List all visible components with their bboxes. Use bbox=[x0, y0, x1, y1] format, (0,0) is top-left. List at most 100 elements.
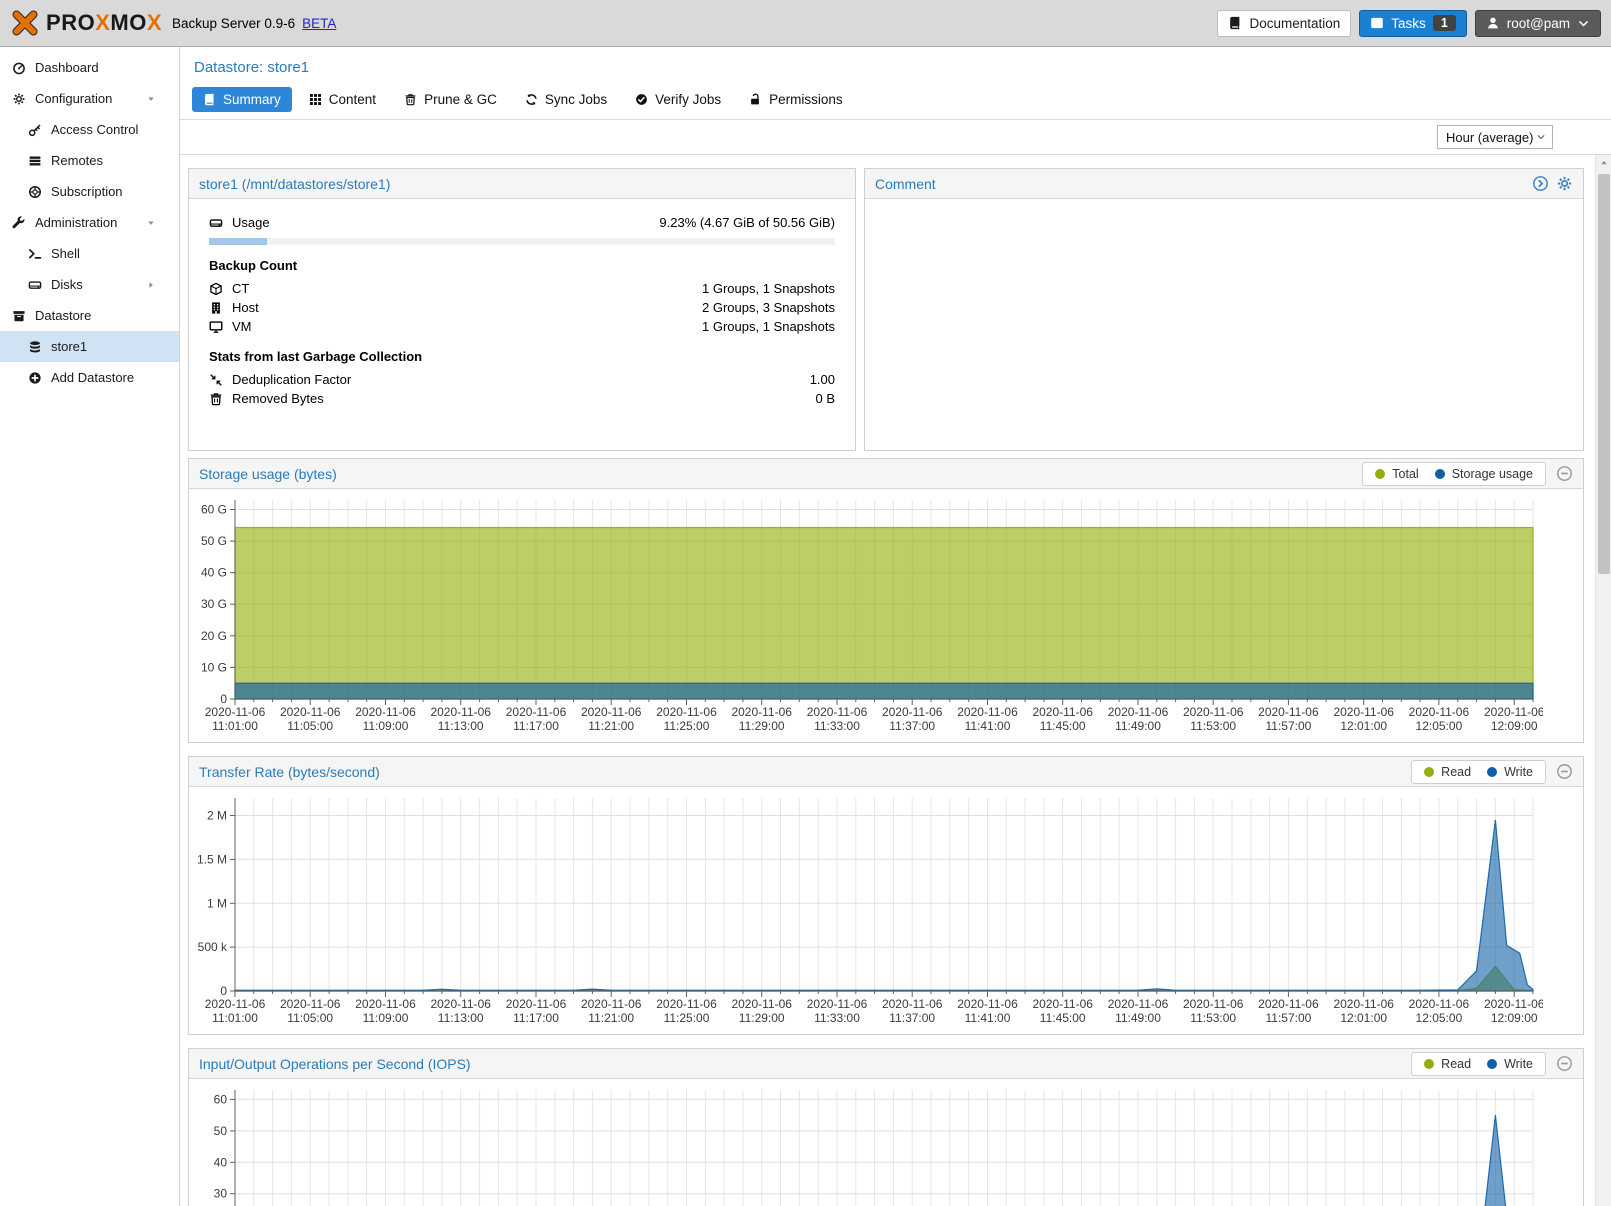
wrench-icon bbox=[12, 216, 26, 230]
caret-right-icon[interactable] bbox=[146, 280, 156, 290]
svg-text:11:25:00: 11:25:00 bbox=[664, 719, 710, 733]
scroll-up-button[interactable] bbox=[1596, 155, 1611, 171]
svg-text:11:13:00: 11:13:00 bbox=[438, 1011, 484, 1025]
sidebar-item-shell[interactable]: Shell bbox=[0, 238, 179, 269]
svg-text:2020-11-06: 2020-11-06 bbox=[506, 705, 567, 719]
svg-text:50 G: 50 G bbox=[201, 534, 227, 548]
legend-label: Write bbox=[1504, 1057, 1533, 1071]
svg-text:11:53:00: 11:53:00 bbox=[1190, 719, 1236, 733]
documentation-label: Documentation bbox=[1249, 16, 1340, 31]
caret-down-icon[interactable] bbox=[146, 94, 156, 104]
svg-text:11:21:00: 11:21:00 bbox=[588, 719, 634, 733]
chart-title: Storage usage (bytes) bbox=[199, 466, 337, 482]
tab-content[interactable]: Content bbox=[298, 87, 387, 112]
svg-text:2020-11-06: 2020-11-06 bbox=[355, 997, 416, 1011]
chart-legend: Total Storage usage bbox=[1362, 462, 1546, 486]
proxmox-x-icon bbox=[10, 9, 40, 37]
archive-icon bbox=[12, 309, 26, 323]
svg-text:11:53:00: 11:53:00 bbox=[1190, 1011, 1236, 1025]
tab-permissions[interactable]: Permissions bbox=[738, 87, 854, 112]
minus-circle-icon[interactable] bbox=[1556, 1055, 1573, 1072]
caret-down-icon[interactable] bbox=[146, 218, 156, 228]
user-menu-button[interactable]: root@pam bbox=[1475, 10, 1601, 37]
row-value: 1 Groups, 1 Snapshots bbox=[702, 281, 835, 296]
sidebar-item-label: Access Control bbox=[51, 122, 138, 137]
key-icon bbox=[28, 123, 42, 137]
vertical-scrollbar[interactable] bbox=[1595, 155, 1611, 1206]
documentation-button[interactable]: Documentation bbox=[1217, 10, 1351, 37]
minus-circle-icon[interactable] bbox=[1556, 465, 1573, 482]
sidebar-item-access-control[interactable]: Access Control bbox=[0, 114, 179, 145]
svg-text:11:09:00: 11:09:00 bbox=[363, 719, 409, 733]
book-icon bbox=[1228, 16, 1242, 30]
sidebar-item-subscription[interactable]: Subscription bbox=[0, 176, 179, 207]
usage-label: Usage bbox=[232, 215, 270, 230]
timeframe-value: Hour (average) bbox=[1446, 130, 1533, 145]
svg-text:2020-11-06: 2020-11-06 bbox=[882, 705, 943, 719]
trash-icon bbox=[404, 93, 417, 106]
legend-item-write[interactable]: Write bbox=[1487, 765, 1533, 779]
usage-progressbar bbox=[209, 238, 835, 245]
gauge-icon bbox=[12, 61, 26, 75]
svg-text:20 G: 20 G bbox=[201, 629, 227, 643]
hdd-icon bbox=[28, 278, 42, 292]
svg-text:2020-11-06: 2020-11-06 bbox=[581, 705, 642, 719]
svg-text:0: 0 bbox=[220, 984, 227, 998]
chart-panel-header: Storage usage (bytes) Total Storage usage bbox=[189, 459, 1583, 489]
gear-icon[interactable] bbox=[1556, 175, 1573, 192]
scroll-thumb[interactable] bbox=[1598, 174, 1610, 574]
timeframe-select[interactable]: Hour (average) bbox=[1437, 125, 1553, 149]
tasks-button[interactable]: Tasks 1 bbox=[1359, 10, 1466, 37]
svg-text:11:01:00: 11:01:00 bbox=[212, 719, 258, 733]
unlock-icon bbox=[749, 93, 762, 106]
legend-item-write[interactable]: Write bbox=[1487, 1057, 1533, 1071]
sidebar-item-remotes[interactable]: Remotes bbox=[0, 145, 179, 176]
beta-link[interactable]: BETA bbox=[302, 16, 336, 31]
svg-text:11:57:00: 11:57:00 bbox=[1265, 719, 1311, 733]
legend-dot bbox=[1424, 767, 1434, 777]
row-label: Deduplication Factor bbox=[232, 372, 351, 387]
circle-chevron-right-icon[interactable] bbox=[1532, 175, 1549, 192]
chart-legend: Read Write bbox=[1411, 760, 1546, 784]
chart-panel-storage-usage-bytes: Storage usage (bytes)TotalStorage usage0… bbox=[188, 458, 1584, 743]
tasks-label: Tasks bbox=[1391, 16, 1426, 31]
chart-canvas: 0500 k1 M1.5 M2 M2020-11-0611:01:002020-… bbox=[189, 787, 1583, 1034]
legend-item-storage-usage[interactable]: Storage usage bbox=[1435, 467, 1533, 481]
sidebar-item-label: Dashboard bbox=[35, 60, 99, 75]
legend-label: Storage usage bbox=[1452, 467, 1533, 481]
svg-text:2020-11-06: 2020-11-06 bbox=[205, 705, 266, 719]
minus-circle-icon[interactable] bbox=[1556, 763, 1573, 780]
sidebar-item-label: Administration bbox=[35, 215, 117, 230]
sidebar-item-add-datastore[interactable]: Add Datastore bbox=[0, 362, 179, 393]
svg-text:2020-11-06: 2020-11-06 bbox=[1258, 997, 1319, 1011]
tab-prune-gc[interactable]: Prune & GC bbox=[393, 87, 508, 112]
chart-canvas: 01020304050602020-11-0611:01:002020-11-0… bbox=[189, 1079, 1583, 1206]
main-content: Datastore: store1 SummaryContentPrune & … bbox=[180, 47, 1611, 1206]
svg-text:12:01:00: 12:01:00 bbox=[1340, 1011, 1387, 1025]
sidebar-item-label: Shell bbox=[51, 246, 80, 261]
tab-summary[interactable]: Summary bbox=[192, 87, 292, 112]
sidebar-item-datastore[interactable]: Datastore bbox=[0, 300, 179, 331]
store1-panel-title: store1 (/mnt/datastores/store1) bbox=[199, 176, 390, 192]
tab-sync-jobs[interactable]: Sync Jobs bbox=[514, 87, 618, 112]
desktop-icon bbox=[209, 320, 223, 334]
svg-text:12:05:00: 12:05:00 bbox=[1416, 719, 1463, 733]
comment-panel-title: Comment bbox=[875, 176, 936, 192]
sidebar-item-store1[interactable]: store1 bbox=[0, 331, 179, 362]
sidebar-item-dashboard[interactable]: Dashboard bbox=[0, 52, 179, 83]
svg-text:2020-11-06: 2020-11-06 bbox=[280, 997, 341, 1011]
legend-label: Read bbox=[1441, 1057, 1471, 1071]
svg-text:2020-11-06: 2020-11-06 bbox=[1484, 705, 1543, 719]
legend-item-read[interactable]: Read bbox=[1424, 1057, 1471, 1071]
svg-text:2 M: 2 M bbox=[207, 809, 227, 823]
tab-verify-jobs[interactable]: Verify Jobs bbox=[624, 87, 732, 112]
sidebar-item-administration[interactable]: Administration bbox=[0, 207, 179, 238]
user-label: root@pam bbox=[1507, 16, 1570, 31]
legend-item-read[interactable]: Read bbox=[1424, 765, 1471, 779]
page-title: Datastore: store1 bbox=[194, 59, 1611, 76]
legend-item-total[interactable]: Total bbox=[1375, 467, 1418, 481]
chart-panel-header: Transfer Rate (bytes/second)ReadWrite bbox=[189, 757, 1583, 787]
sidebar-item-configuration[interactable]: Configuration bbox=[0, 83, 179, 114]
sidebar-item-disks[interactable]: Disks bbox=[0, 269, 179, 300]
row-value: 2 Groups, 3 Snapshots bbox=[702, 300, 835, 315]
